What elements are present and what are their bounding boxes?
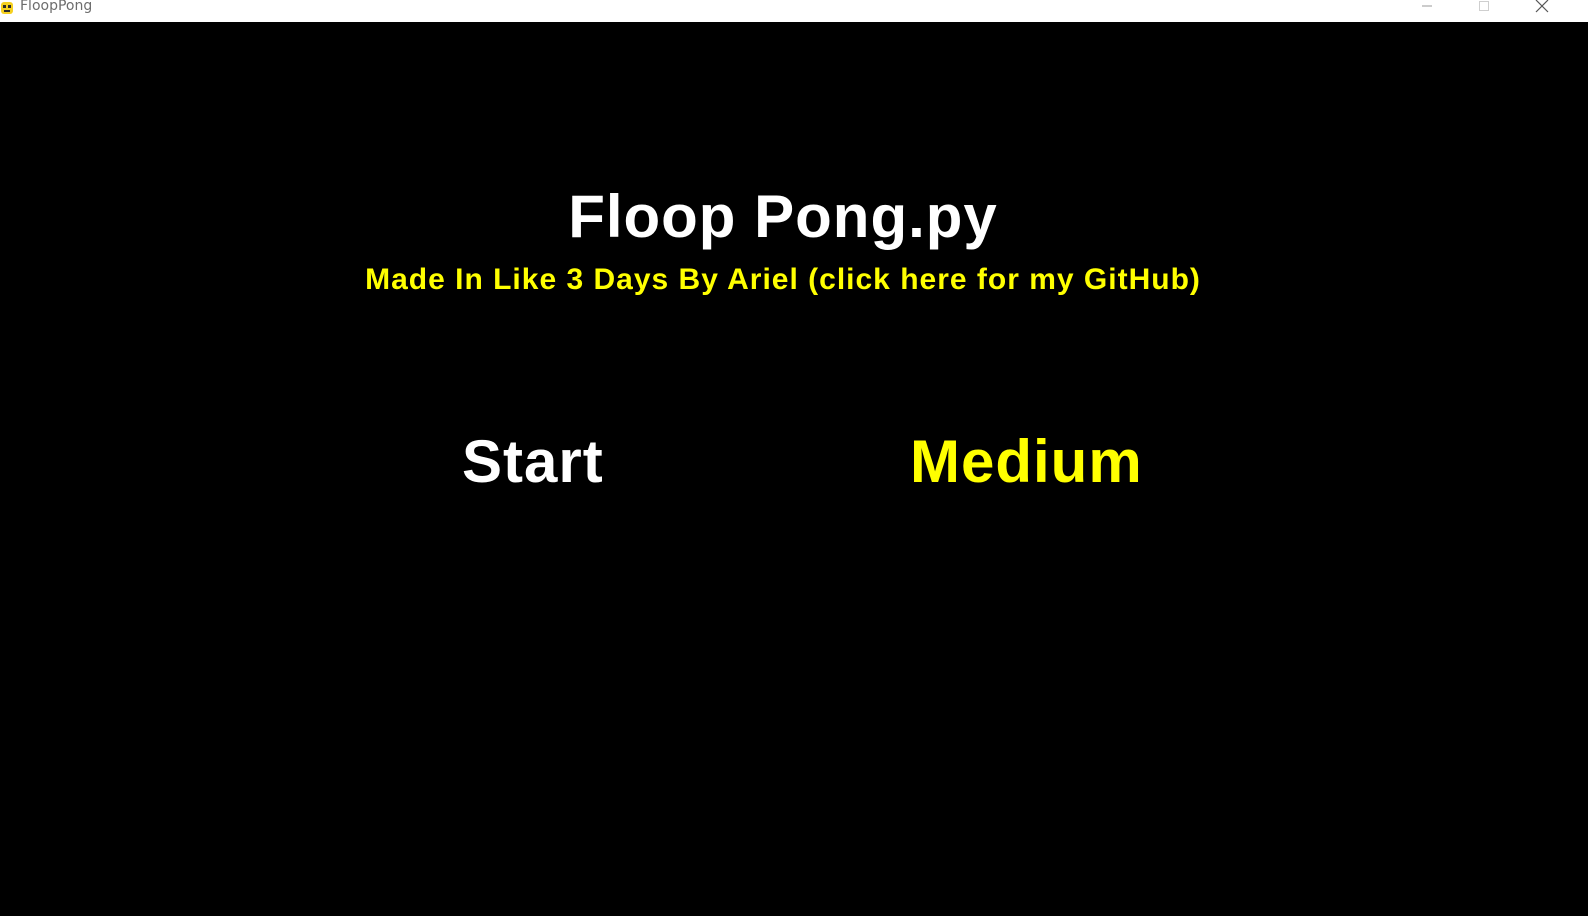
difficulty-button[interactable]: Medium [910,427,1143,497]
window-title: FloopPong [20,0,93,14]
github-credit-link[interactable]: Made In Like 3 Days By Ariel (click here… [0,262,1566,298]
app-icon [0,0,14,16]
title-bar[interactable]: FloopPong [0,0,1588,22]
minimize-icon [1421,0,1433,17]
start-button[interactable]: Start [462,427,604,497]
maximize-button[interactable] [1461,0,1507,16]
app-window: FloopPong Floop Pong.py Made In Like 3 D… [0,0,1588,916]
maximize-icon [1478,0,1490,17]
minimize-button[interactable] [1404,0,1450,16]
close-icon [1535,0,1549,18]
game-canvas[interactable]: Floop Pong.py Made In Like 3 Days By Ari… [0,22,1588,916]
game-title: Floop Pong.py [568,183,998,250]
close-button[interactable] [1519,0,1565,16]
